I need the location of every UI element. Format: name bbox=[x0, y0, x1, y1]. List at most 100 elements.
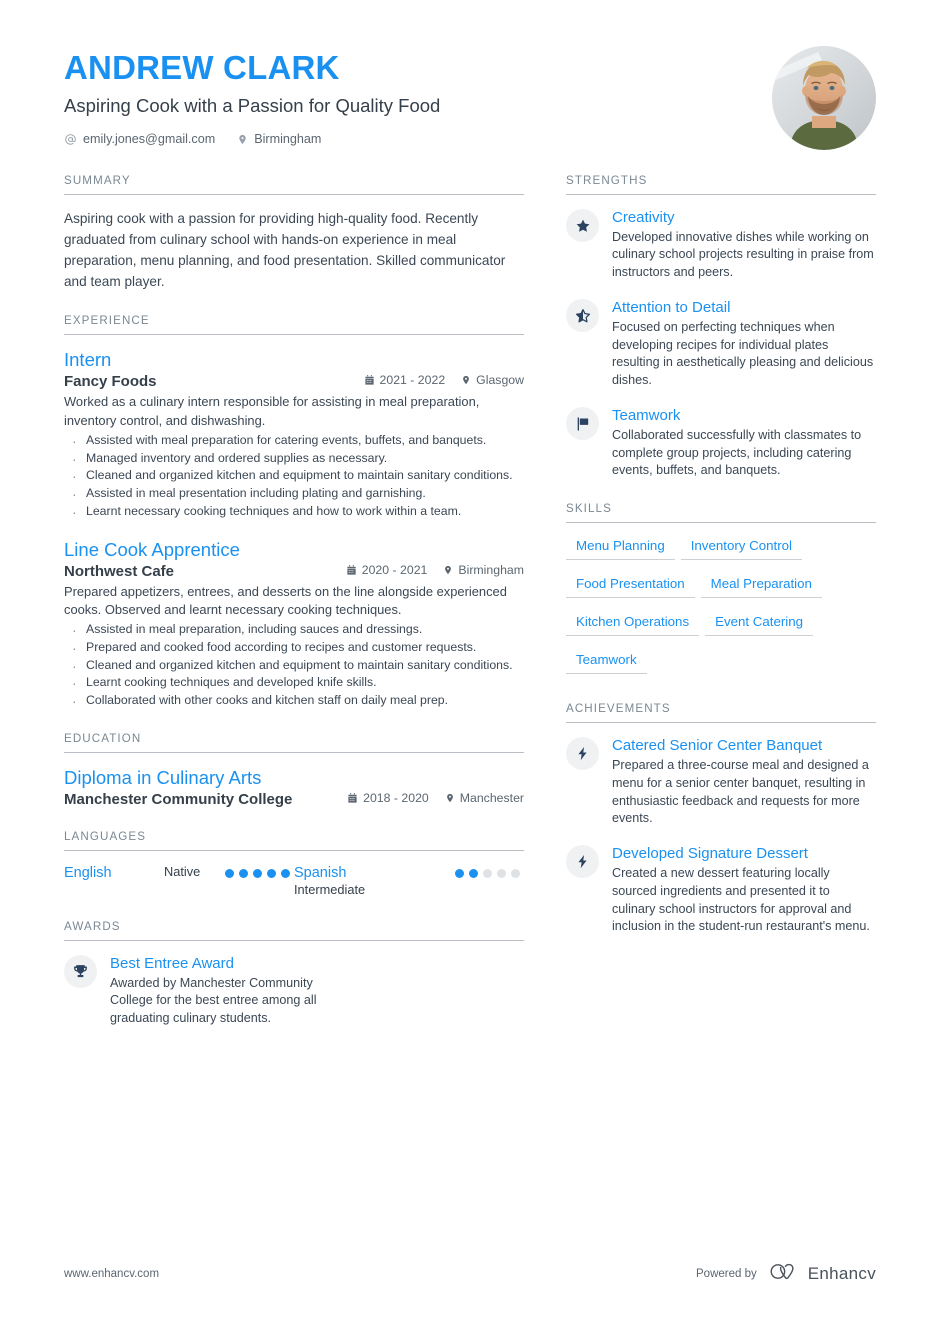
powered-by-label: Powered by bbox=[696, 1268, 757, 1280]
achievement-title: Developed Signature Dessert bbox=[612, 845, 808, 863]
rating-dot bbox=[483, 868, 492, 878]
date-range-text: 2020 - 2021 bbox=[361, 562, 428, 577]
skill-tag[interactable]: Event Catering bbox=[705, 612, 814, 637]
achievement-body: Catered Senior Center Banquet Prepared a… bbox=[612, 736, 876, 828]
bullet-item: Managed inventory and ordered supplies a… bbox=[64, 449, 524, 469]
section-divider bbox=[566, 522, 876, 524]
experience-description: Prepared appetizers, entrees, and desser… bbox=[64, 583, 507, 617]
section-skills: SKILLS Menu Planning Inventory Control F… bbox=[566, 502, 876, 688]
award-title: Best Entree Award bbox=[110, 955, 234, 973]
strength-body: Attention to Detail Focused on perfectin… bbox=[612, 298, 876, 390]
contact-email[interactable]: emily.jones@gmail.com bbox=[64, 132, 215, 146]
footer-url[interactable]: www.enhancv.com bbox=[64, 1268, 159, 1280]
at-icon bbox=[64, 133, 77, 146]
language-item: Spanish Intermediate bbox=[294, 864, 524, 898]
section-title-education: EDUCATION bbox=[64, 731, 142, 745]
bullet-item: Learnt necessary cooking techniques and … bbox=[64, 502, 524, 522]
location-pin-icon bbox=[237, 133, 248, 146]
education-school: Manchester Community College bbox=[64, 790, 293, 808]
summary-text: Aspiring cook with a passion for providi… bbox=[64, 211, 506, 290]
experience-entry: Line Cook Apprentice Northwest Cafe 2020 bbox=[64, 538, 524, 711]
bullet-item: Collaborated with other cooks and kitche… bbox=[64, 691, 524, 711]
achievement-item: Catered Senior Center Banquet Prepared a… bbox=[566, 736, 876, 828]
location-pin-icon bbox=[461, 374, 471, 386]
entry-location: Manchester bbox=[445, 791, 524, 805]
headline: Aspiring Cook with a Passion for Quality… bbox=[64, 94, 441, 116]
entry-location-text: Birmingham bbox=[458, 562, 524, 577]
achievement-item: Developed Signature Dessert Created a ne… bbox=[566, 844, 876, 936]
section-awards: AWARDS Best Entree Award Awarded by Manc… bbox=[64, 920, 524, 1028]
education-degree: Diploma in Culinary Arts bbox=[64, 766, 262, 788]
section-title-skills: SKILLS bbox=[566, 502, 612, 516]
right-column: STRENGTHS Creativity Developed innovativ… bbox=[566, 174, 876, 940]
skill-tag[interactable]: Teamwork bbox=[566, 650, 647, 675]
experience-company: Northwest Cafe bbox=[64, 562, 175, 580]
strength-item: Creativity Developed innovative dishes w… bbox=[566, 208, 876, 282]
rating-dot bbox=[497, 868, 506, 878]
strength-item: Attention to Detail Focused on perfectin… bbox=[566, 298, 876, 390]
section-title-experience: EXPERIENCE bbox=[64, 314, 150, 328]
rating-dot bbox=[281, 868, 290, 878]
date-range-text: 2021 - 2022 bbox=[379, 373, 446, 388]
rating-dot bbox=[455, 868, 464, 878]
experience-entry: Intern Fancy Foods 2021 - 2022 Glasgow W… bbox=[64, 348, 524, 522]
language-rating bbox=[225, 864, 294, 880]
bullet-item: Prepared and cooked food according to re… bbox=[64, 638, 524, 658]
avatar bbox=[772, 46, 876, 150]
calendar-icon bbox=[347, 792, 358, 804]
rating-dot bbox=[511, 868, 520, 878]
strength-text: Collaborated successfully with classmate… bbox=[612, 427, 862, 478]
section-education: EDUCATION Diploma in Culinary Arts Manch… bbox=[64, 732, 524, 808]
date-range: 2018 - 2020 bbox=[347, 791, 429, 805]
experience-bullets: Assisted in meal preparation, including … bbox=[64, 620, 524, 711]
bullet-item: Assisted in meal preparation, including … bbox=[64, 620, 524, 640]
award-text: Awarded by Manchester Community College … bbox=[110, 975, 317, 1026]
rating-dot bbox=[469, 868, 478, 878]
lightning-icon bbox=[566, 845, 599, 879]
footer-branding: Powered by Enhancv bbox=[696, 1262, 876, 1286]
language-name: Spanish bbox=[294, 864, 347, 881]
skill-tag[interactable]: Inventory Control bbox=[680, 536, 802, 561]
avatar-photo bbox=[772, 46, 876, 150]
resume-header: ANDREW CLARK Aspiring Cook with a Passio… bbox=[0, 0, 940, 150]
achievement-text: Created a new dessert featuring locally … bbox=[612, 865, 870, 934]
location-pin-icon bbox=[445, 792, 455, 804]
bullet-item: Assisted in meal presentation including … bbox=[64, 484, 524, 504]
experience-org-row: Fancy Foods 2021 - 2022 Glasgow bbox=[64, 373, 524, 390]
skill-tag[interactable]: Menu Planning bbox=[566, 536, 675, 561]
strength-item: Teamwork Collaborated successfully with … bbox=[566, 406, 876, 480]
section-title-strengths: STRENGTHS bbox=[566, 174, 648, 187]
calendar-icon bbox=[346, 564, 357, 576]
rating-dot bbox=[239, 868, 248, 878]
skill-tag[interactable]: Meal Preparation bbox=[700, 574, 822, 599]
strength-title: Teamwork bbox=[612, 407, 681, 425]
rating-dot bbox=[267, 868, 276, 878]
strength-title: Creativity bbox=[612, 209, 675, 226]
language-level: Native bbox=[164, 863, 201, 879]
experience-meta: 2020 - 2021 Birmingham bbox=[332, 563, 524, 577]
experience-company: Fancy Foods bbox=[64, 373, 157, 391]
entry-location-text: Manchester bbox=[459, 790, 524, 805]
strength-text: Developed innovative dishes while workin… bbox=[612, 229, 874, 280]
education-meta: 2018 - 2020 Manchester bbox=[333, 791, 524, 805]
skill-tag[interactable]: Food Presentation bbox=[566, 574, 695, 599]
header-text-block: ANDREW CLARK Aspiring Cook with a Passio… bbox=[64, 44, 752, 146]
entry-location-text: Glasgow bbox=[476, 373, 524, 388]
section-experience: EXPERIENCE Intern Fancy Foods 2021 - 202… bbox=[64, 314, 524, 711]
content-columns: SUMMARY Aspiring cook with a passion for… bbox=[0, 174, 940, 1032]
section-divider bbox=[64, 194, 524, 195]
skill-tag[interactable]: Kitchen Operations bbox=[566, 612, 700, 637]
section-title-achievements: ACHIEVEMENTS bbox=[566, 702, 671, 716]
entry-location: Birmingham bbox=[443, 563, 524, 577]
language-item: English Native bbox=[64, 864, 294, 898]
location-pin-icon bbox=[443, 564, 453, 576]
award-item: Best Entree Award Awarded by Manchester … bbox=[64, 954, 334, 1028]
section-title-languages: LANGUAGES bbox=[64, 829, 147, 843]
bullet-item: Cleaned and organized kitchen and equipm… bbox=[64, 656, 524, 676]
star-half-icon bbox=[566, 299, 599, 333]
education-org-row: Manchester Community College 2018 - 2020 bbox=[64, 791, 524, 808]
experience-role: Intern bbox=[64, 349, 112, 371]
strength-body: Creativity Developed innovative dishes w… bbox=[612, 208, 876, 282]
contact-location: Birmingham bbox=[237, 132, 321, 146]
skills-list: Menu Planning Inventory Control Food Pre… bbox=[566, 536, 876, 688]
